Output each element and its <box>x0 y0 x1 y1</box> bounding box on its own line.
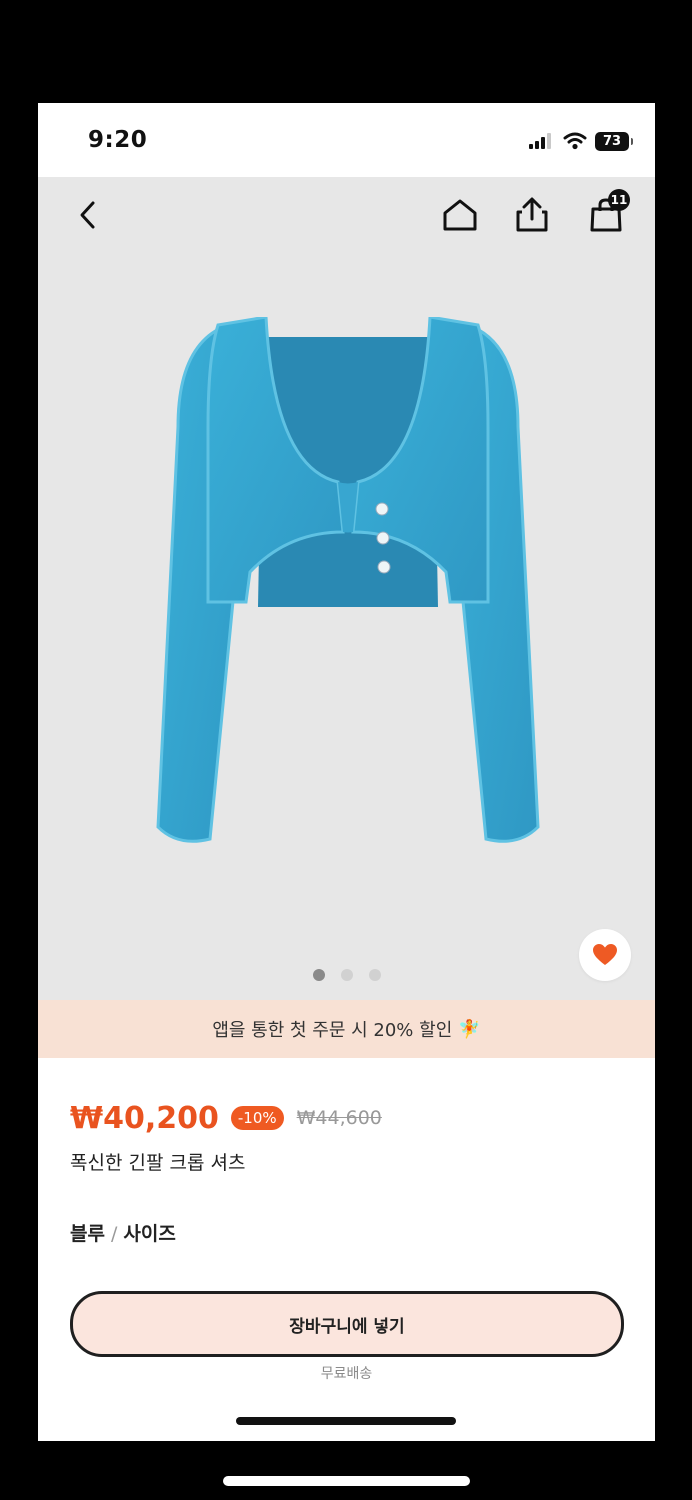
share-button[interactable] <box>512 195 552 235</box>
promo-text: 앱을 통한 첫 주문 시 20% 할인 <box>212 1020 453 1041</box>
status-time: 9:20 <box>88 127 148 153</box>
cellular-signal-icon <box>529 133 551 149</box>
outer-home-indicator <box>223 1476 470 1486</box>
share-icon <box>516 197 548 232</box>
sale-price: ₩40,200 <box>70 1100 219 1136</box>
cart-count-badge: 11 <box>608 189 630 211</box>
promo-banner[interactable]: 앱을 통한 첫 주문 시 20% 할인 🧚 <box>38 1000 655 1058</box>
fairy-emoji: 🧚 <box>458 1018 481 1040</box>
heart-icon <box>593 944 617 965</box>
phone-screen: 9:20 73 11 앱을 통한 첫 주문 시 20% 할인 🧚 ₩40,200… <box>38 103 655 1441</box>
size-option[interactable]: 사이즈 <box>123 1223 175 1245</box>
cart-button[interactable]: 11 <box>586 189 630 235</box>
home-indicator[interactable] <box>236 1417 456 1425</box>
price-row: ₩40,200 -10% ₩44,600 <box>70 1098 382 1138</box>
carousel-dot[interactable] <box>312 969 325 981</box>
color-option[interactable]: 블루 <box>70 1223 105 1245</box>
home-icon <box>443 199 477 231</box>
product-image[interactable] <box>138 317 558 877</box>
product-gallery[interactable]: 11 <box>38 177 655 1003</box>
option-separator: / <box>110 1223 118 1245</box>
battery-icon: 73 <box>595 131 633 151</box>
shipping-note: 무료배송 <box>320 1366 373 1382</box>
carousel-dot[interactable] <box>368 969 381 981</box>
original-price: ₩44,600 <box>296 1107 382 1129</box>
product-title: 폭신한 긴팔 크롭 셔츠 <box>70 1152 246 1174</box>
home-button[interactable] <box>440 195 480 235</box>
status-icons: 73 <box>529 131 633 151</box>
carousel-dot[interactable] <box>340 969 353 981</box>
add-to-cart-button[interactable]: 장바구니에 넣기 <box>70 1291 624 1357</box>
wifi-icon <box>563 132 587 150</box>
status-bar: 9:20 73 <box>38 103 655 177</box>
option-selector[interactable]: 블루 / 사이즈 <box>70 1219 176 1246</box>
carousel-indicator <box>38 969 655 981</box>
discount-badge: -10% <box>230 1106 284 1130</box>
battery-level: 73 <box>602 133 622 149</box>
chevron-left-icon <box>80 201 95 229</box>
back-button[interactable] <box>68 195 108 235</box>
add-to-cart-label: 장바구니에 넣기 <box>289 1316 405 1337</box>
